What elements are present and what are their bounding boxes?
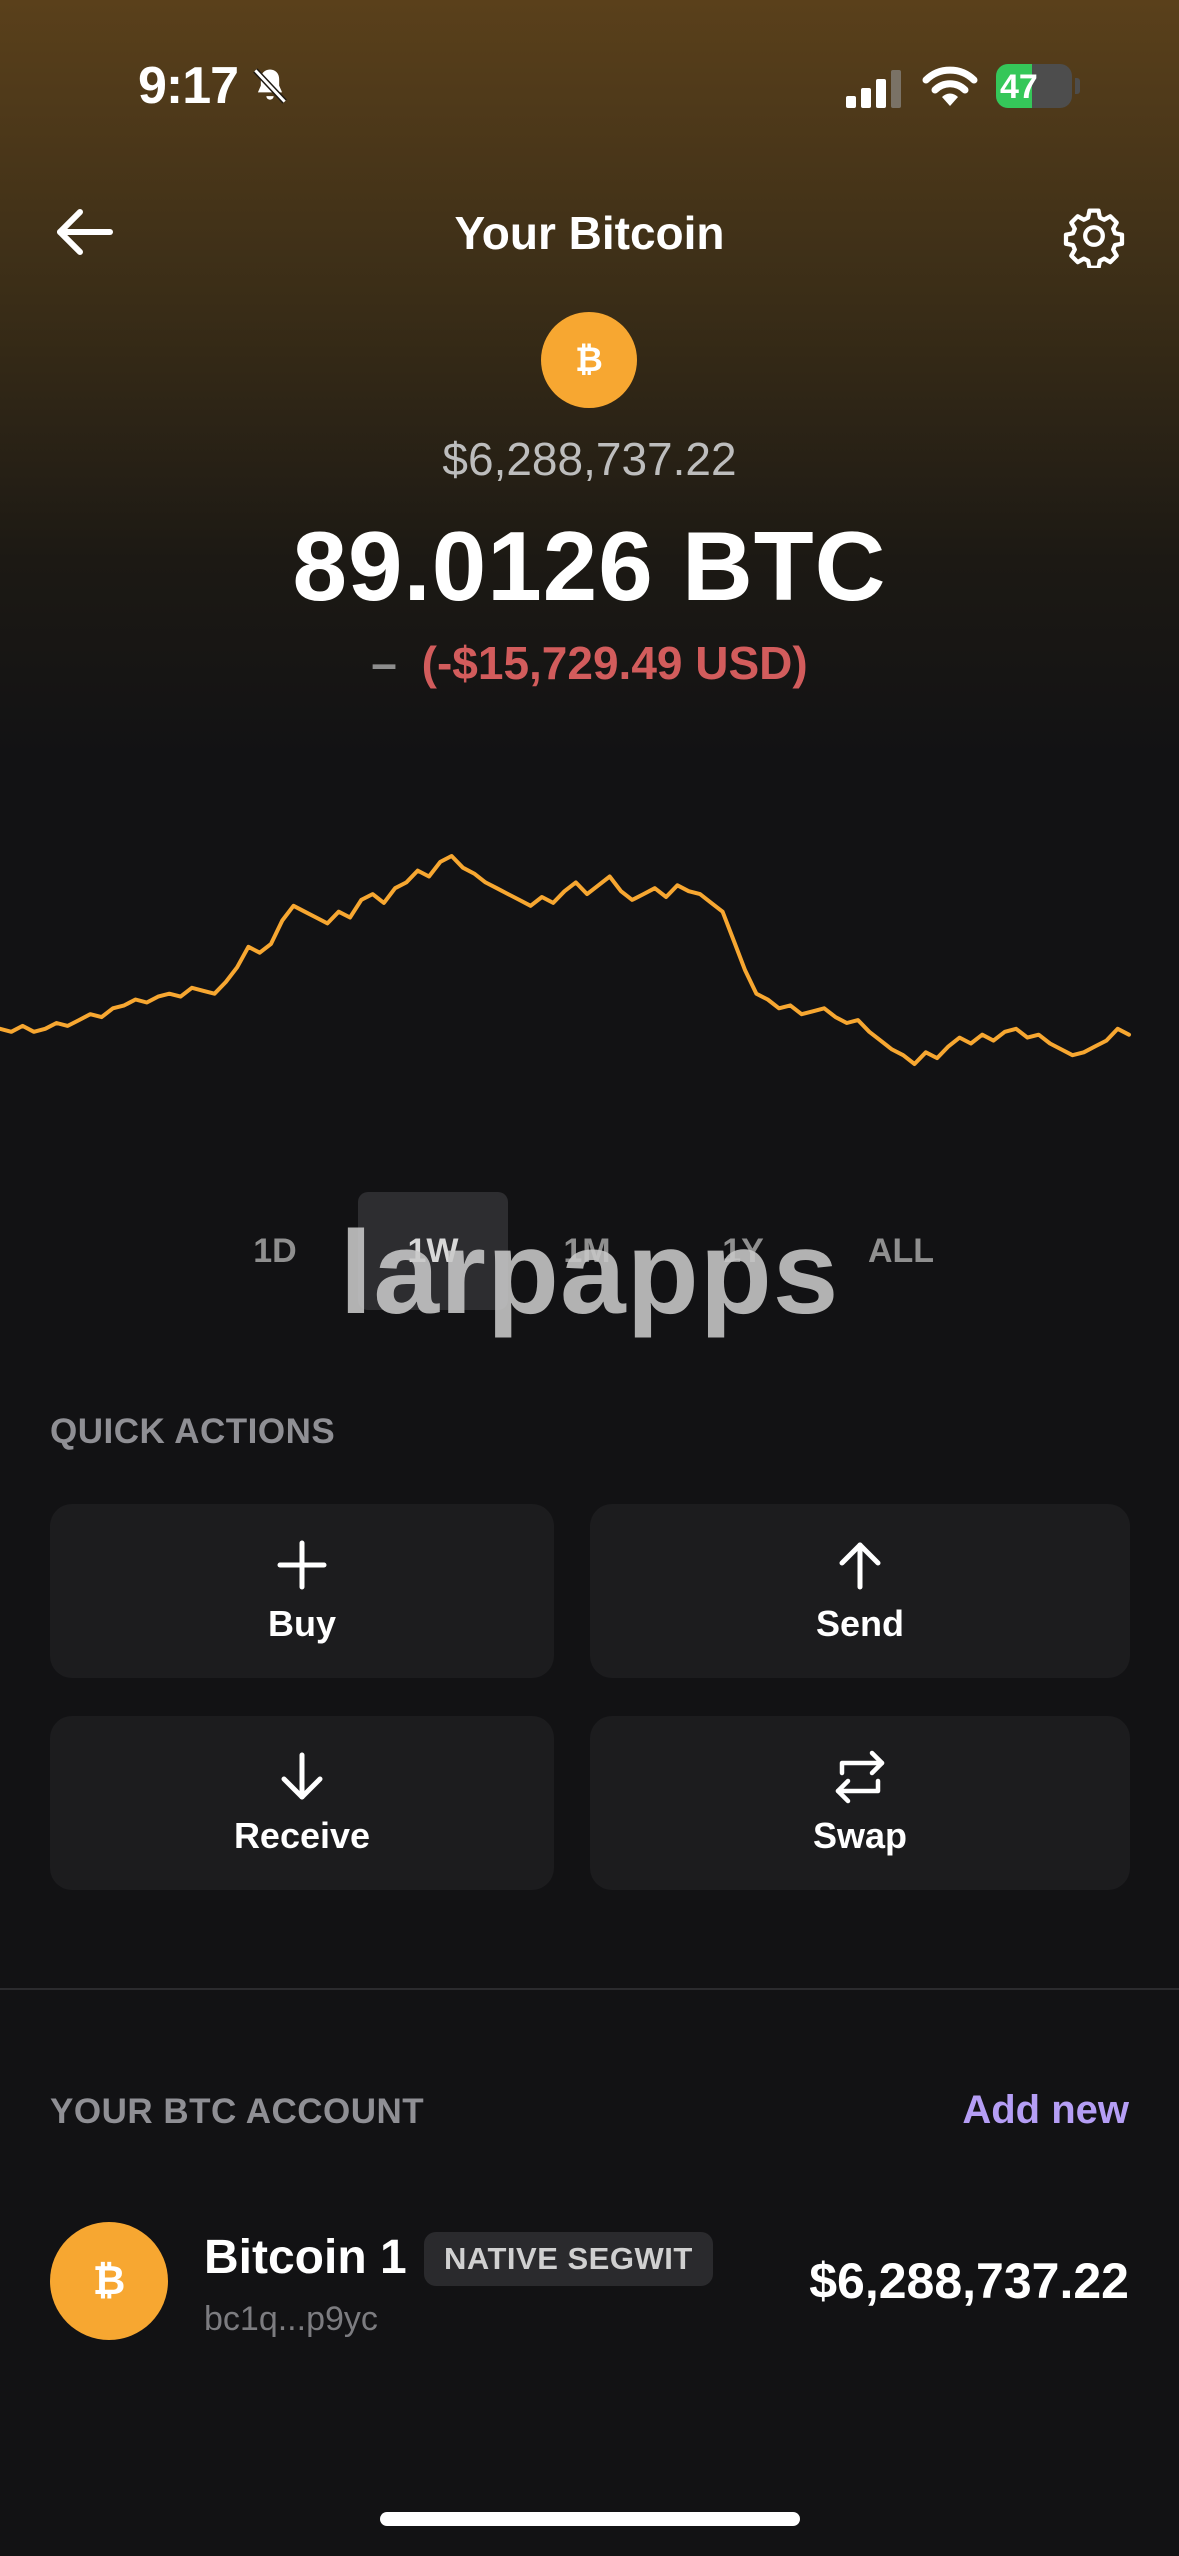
- section-divider: [0, 1988, 1179, 1990]
- page-title: Your Bitcoin: [454, 207, 725, 259]
- settings-button[interactable]: [1054, 196, 1134, 276]
- price-chart-svg: [0, 854, 1131, 1066]
- plus-icon: [277, 1540, 327, 1590]
- wifi-icon: [922, 66, 978, 106]
- buy-label: Buy: [267, 1603, 336, 1644]
- change-amount: (-$15,729.49 USD): [421, 637, 808, 689]
- watermark: larpapps: [339, 1207, 840, 1339]
- bell-muted-icon: [253, 68, 287, 104]
- battery-icon: 47: [996, 64, 1080, 108]
- account-value: $6,288,737.22: [809, 2253, 1129, 2309]
- battery-nub: [1075, 78, 1080, 94]
- send-button[interactable]: Send: [590, 1504, 1130, 1678]
- swap-label: Swap: [812, 1815, 908, 1856]
- price-line: [0, 854, 1131, 1066]
- receive-button[interactable]: Receive: [50, 1716, 554, 1890]
- battery-body: 47: [996, 64, 1072, 108]
- swap-arrows-icon: [835, 1750, 885, 1804]
- balance-change: – (-$15,729.49 USD): [0, 636, 1179, 690]
- cellular-signal-icon: [846, 70, 901, 108]
- add-new-account-link[interactable]: Add new: [962, 2088, 1129, 2133]
- status-time: 9:17: [138, 57, 239, 115]
- address-type-badge: NATIVE SEGWIT: [424, 2232, 713, 2286]
- account-row-bitcoin-1[interactable]: ₿ Bitcoin 1 NATIVE SEGWIT bc1q...p9yc $6…: [0, 2210, 1179, 2370]
- receive-label: Receive: [233, 1815, 371, 1856]
- account-name: Bitcoin 1: [204, 2231, 407, 2284]
- fiat-balance: $6,288,737.22: [442, 433, 737, 485]
- home-indicator[interactable]: [380, 2512, 800, 2526]
- bitcoin-wallet-screen: 9:17 47 Your Bitcoin ₿ $6,288,737.22 89.…: [0, 0, 1179, 2556]
- bitcoin-logo-icon: ₿: [50, 2222, 168, 2340]
- price-chart[interactable]: [0, 840, 1179, 1080]
- change-indicator: –: [371, 637, 397, 689]
- bitcoin-logo-icon: ₿: [541, 312, 637, 408]
- account-address: bc1q...p9yc: [204, 2300, 378, 2338]
- crypto-balance: 89.0126 BTC: [292, 511, 887, 621]
- battery-percent: 47: [1000, 68, 1038, 106]
- account-section-title: YOUR BTC ACCOUNT: [50, 2092, 425, 2131]
- arrow-up-icon: [839, 1542, 881, 1590]
- swap-button[interactable]: Swap: [590, 1716, 1130, 1890]
- arrow-down-icon: [281, 1752, 323, 1800]
- gear-icon: [1063, 208, 1125, 268]
- buy-button[interactable]: Buy: [50, 1504, 554, 1678]
- status-bar: 9:17 47: [0, 0, 1179, 150]
- quick-actions-title: QUICK ACTIONS: [50, 1412, 336, 1451]
- send-label: Send: [815, 1603, 904, 1644]
